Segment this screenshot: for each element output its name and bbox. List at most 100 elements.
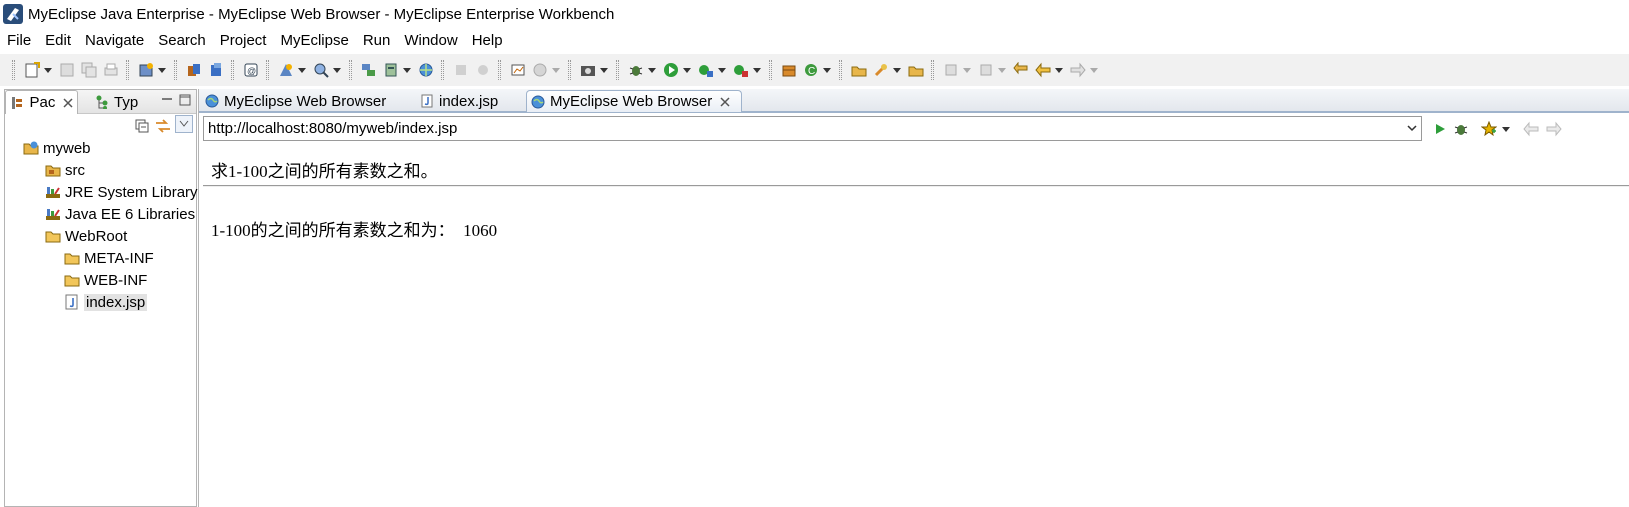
run-dropdown-arrow[interactable] <box>682 61 691 79</box>
tab-myeclipse-web-browser-1[interactable]: MyEclipse Web Browser <box>201 90 413 112</box>
search-tool-dropdown-arrow[interactable] <box>892 61 901 79</box>
menu-run[interactable]: Run <box>356 28 398 54</box>
view-menu-button[interactable] <box>175 115 193 133</box>
menu-myeclipse[interactable]: MyEclipse <box>273 28 355 54</box>
run-icon[interactable] <box>662 61 680 79</box>
tree-item-jre-system-library[interactable]: JRE System Library <box>45 181 198 203</box>
toolbar-grip[interactable] <box>498 60 501 80</box>
maximize-icon[interactable] <box>179 94 191 106</box>
deploy-icon[interactable] <box>277 61 295 79</box>
tree-item-myweb[interactable]: myweb <box>23 137 91 159</box>
toolbar-grip[interactable] <box>266 60 269 80</box>
menu-help[interactable]: Help <box>465 28 510 54</box>
external-tools-dropdown-arrow[interactable] <box>752 61 761 79</box>
forward-icon[interactable] <box>1069 61 1087 79</box>
debug-icon[interactable] <box>627 61 645 79</box>
print-icon[interactable] <box>102 61 120 79</box>
browser-back-icon[interactable] <box>1523 121 1539 137</box>
tab-type-hierarchy[interactable]: Typ <box>95 90 138 114</box>
next-annotation-icon[interactable] <box>942 61 960 79</box>
chevron-down-icon[interactable] <box>1406 122 1418 134</box>
open-resource-icon[interactable] <box>207 61 225 79</box>
close-icon[interactable] <box>720 96 730 107</box>
search-web-dropdown-arrow[interactable] <box>332 61 341 79</box>
menu-file[interactable]: File <box>0 28 38 54</box>
toolbar-grip[interactable] <box>839 60 842 80</box>
new-wizard-dropdown-arrow[interactable] <box>157 61 166 79</box>
console-icon[interactable]: @ <box>242 61 260 79</box>
menu-search[interactable]: Search <box>151 28 213 54</box>
tab-package-explorer[interactable]: Pac <box>5 90 78 114</box>
menu-project[interactable]: Project <box>213 28 274 54</box>
server-icon[interactable] <box>382 61 400 79</box>
disabled-tool-2-icon[interactable] <box>474 61 492 79</box>
last-edit-icon[interactable] <box>1012 61 1030 79</box>
new-wizard-icon[interactable] <box>137 61 155 79</box>
close-icon[interactable] <box>63 97 73 108</box>
new-icon[interactable] <box>23 61 41 79</box>
new-package-icon[interactable] <box>780 61 798 79</box>
menu-edit[interactable]: Edit <box>38 28 78 54</box>
toolbar-grip[interactable] <box>12 60 15 80</box>
globe-dropdown-arrow[interactable] <box>551 61 560 79</box>
open-project-icon[interactable] <box>850 61 868 79</box>
back-icon[interactable] <box>1034 61 1052 79</box>
globe-disabled-icon[interactable] <box>531 61 549 79</box>
save-icon[interactable] <box>58 61 76 79</box>
new-dropdown-arrow[interactable] <box>43 61 52 79</box>
search-tool-icon[interactable] <box>872 61 890 79</box>
tree-item-webroot[interactable]: WebRoot <box>45 225 127 247</box>
external-tools-icon[interactable] <box>732 61 750 79</box>
debug-icon[interactable] <box>1453 121 1469 137</box>
open-type-icon[interactable] <box>185 61 203 79</box>
manage-deployments-icon[interactable] <box>360 61 378 79</box>
search-web-icon[interactable] <box>312 61 330 79</box>
web-browser-icon[interactable] <box>417 61 435 79</box>
prev-annotation-icon[interactable] <box>977 61 995 79</box>
browser-forward-icon[interactable] <box>1546 121 1562 137</box>
tree-item-meta-inf[interactable]: META-INF <box>64 247 154 269</box>
forward-dropdown-arrow[interactable] <box>1089 61 1098 79</box>
next-annotation-dropdown-arrow[interactable] <box>962 61 971 79</box>
menu-navigate[interactable]: Navigate <box>78 28 151 54</box>
new-class-icon[interactable]: C <box>802 61 820 79</box>
tree-item-src[interactable]: src <box>45 159 85 181</box>
menu-window[interactable]: Window <box>397 28 464 54</box>
favorites-dropdown-icon[interactable] <box>1501 121 1511 137</box>
favorites-star-icon[interactable] <box>1481 121 1497 137</box>
run-config-icon[interactable] <box>697 61 715 79</box>
toolbar-grip[interactable] <box>769 60 772 80</box>
deploy-dropdown-arrow[interactable] <box>297 61 306 79</box>
url-input[interactable] <box>208 119 1398 138</box>
go-icon[interactable] <box>1432 121 1448 137</box>
url-field[interactable] <box>203 116 1422 141</box>
debug-dropdown-arrow[interactable] <box>647 61 656 79</box>
toolbar-grip[interactable] <box>931 60 934 80</box>
camera-icon[interactable] <box>579 61 597 79</box>
new-class-dropdown-arrow[interactable] <box>822 61 831 79</box>
save-all-icon[interactable] <box>80 61 98 79</box>
disabled-tool-1-icon[interactable] <box>452 61 470 79</box>
tab-myeclipse-web-browser-active[interactable]: MyEclipse Web Browser <box>526 90 742 112</box>
toolbar-grip[interactable] <box>349 60 352 80</box>
back-dropdown-arrow[interactable] <box>1054 61 1063 79</box>
tree-item-java-ee-6-libraries[interactable]: Java EE 6 Libraries <box>45 203 195 225</box>
link-with-editor-icon[interactable] <box>155 119 171 133</box>
toolbar-grip[interactable] <box>441 60 444 80</box>
toolbar-grip[interactable] <box>568 60 571 80</box>
toolbar-grip[interactable] <box>174 60 177 80</box>
prev-annotation-dropdown-arrow[interactable] <box>997 61 1006 79</box>
tree-item-web-inf[interactable]: WEB-INF <box>64 269 147 291</box>
open-folder-icon[interactable] <box>907 61 925 79</box>
minimize-icon[interactable] <box>161 94 173 106</box>
tree-item-index-jsp[interactable]: index.jsp <box>64 291 148 313</box>
report-icon[interactable] <box>509 61 527 79</box>
tab-index-jsp[interactable]: index.jsp <box>416 90 526 112</box>
server-dropdown-arrow[interactable] <box>402 61 411 79</box>
toolbar-grip[interactable] <box>126 60 129 80</box>
collapse-all-icon[interactable] <box>135 119 149 133</box>
toolbar-grip[interactable] <box>616 60 619 80</box>
camera-dropdown-arrow[interactable] <box>599 61 608 79</box>
toolbar-grip[interactable] <box>231 60 234 80</box>
run-config-dropdown-arrow[interactable] <box>717 61 726 79</box>
